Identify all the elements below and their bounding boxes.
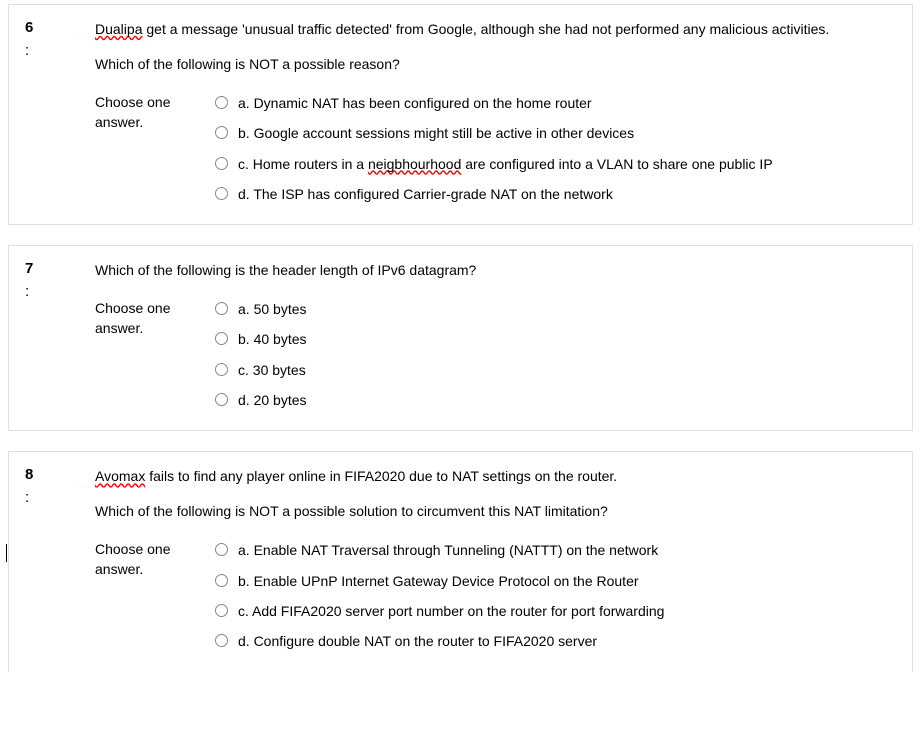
question-body: Dualipa get a message 'unusual traffic d…: [95, 19, 892, 204]
option-label: a. 50 bytes: [238, 299, 892, 319]
option-row[interactable]: d. Configure double NAT on the router to…: [215, 631, 892, 651]
option-label: d. The ISP has configured Carrier-grade …: [238, 184, 892, 204]
radio-icon[interactable]: [215, 126, 228, 139]
option-row[interactable]: d. The ISP has configured Carrier-grade …: [215, 184, 892, 204]
qnum-value: 8: [25, 466, 33, 483]
option-label: c. 30 bytes: [238, 360, 892, 380]
question-prompt: Avomax fails to find any player online i…: [95, 466, 892, 487]
option-row[interactable]: a. Enable NAT Traversal through Tunnelin…: [215, 540, 892, 560]
question-card: 6 : Dualipa get a message 'unusual traff…: [8, 4, 913, 225]
question-body: Which of the following is the header len…: [95, 260, 892, 410]
qnum-colon: :: [25, 283, 95, 300]
question-number: 6 :: [25, 19, 95, 204]
answer-block: Choose one answer. a. Dynamic NAT has be…: [95, 93, 892, 204]
answer-block: Choose one answer. a. 50 bytes b. 40 byt…: [95, 299, 892, 410]
radio-icon[interactable]: [215, 363, 228, 376]
radio-icon[interactable]: [215, 543, 228, 556]
option-label: b. Google account sessions might still b…: [238, 123, 892, 143]
options-list: a. 50 bytes b. 40 bytes c. 30 bytes d. 2…: [215, 299, 892, 410]
radio-icon[interactable]: [215, 96, 228, 109]
qnum-value: 7: [25, 260, 33, 277]
qnum-colon: :: [25, 42, 95, 59]
radio-icon[interactable]: [215, 157, 228, 170]
option-row[interactable]: b. 40 bytes: [215, 329, 892, 349]
option-row[interactable]: b. Enable UPnP Internet Gateway Device P…: [215, 571, 892, 591]
option-row[interactable]: a. Dynamic NAT has been configured on th…: [215, 93, 892, 113]
question-card: 7 : Which of the following is the header…: [8, 245, 913, 431]
question-prompt: Dualipa get a message 'unusual traffic d…: [95, 19, 892, 40]
question-number: 7 :: [25, 260, 95, 410]
choose-label: Choose one answer.: [95, 93, 215, 204]
option-label: b. 40 bytes: [238, 329, 892, 349]
radio-icon[interactable]: [215, 634, 228, 647]
option-row[interactable]: b. Google account sessions might still b…: [215, 123, 892, 143]
answer-block: Choose one answer. a. Enable NAT Travers…: [95, 540, 892, 651]
question-follow: Which of the following is NOT a possible…: [95, 501, 892, 522]
question-number: 8 :: [25, 466, 95, 651]
question-body: Avomax fails to find any player online i…: [95, 466, 892, 651]
qnum-value: 6: [25, 19, 33, 36]
choose-label: Choose one answer.: [95, 299, 215, 410]
option-row[interactable]: c. Home routers in a neigbhourhood are c…: [215, 154, 892, 174]
options-list: a. Dynamic NAT has been configured on th…: [215, 93, 892, 204]
radio-icon[interactable]: [215, 302, 228, 315]
radio-icon[interactable]: [215, 604, 228, 617]
option-label: c. Home routers in a neigbhourhood are c…: [238, 154, 892, 174]
option-row[interactable]: c. Add FIFA2020 server port number on th…: [215, 601, 892, 621]
radio-icon[interactable]: [215, 187, 228, 200]
option-label: a. Dynamic NAT has been configured on th…: [238, 93, 892, 113]
option-row[interactable]: c. 30 bytes: [215, 360, 892, 380]
option-label: c. Add FIFA2020 server port number on th…: [238, 601, 892, 621]
option-label: a. Enable NAT Traversal through Tunnelin…: [238, 540, 892, 560]
option-label: b. Enable UPnP Internet Gateway Device P…: [238, 571, 892, 591]
question-prompt: Which of the following is the header len…: [95, 260, 892, 281]
radio-icon[interactable]: [215, 393, 228, 406]
radio-icon[interactable]: [215, 332, 228, 345]
qnum-colon: :: [25, 489, 95, 506]
choose-label: Choose one answer.: [95, 540, 215, 651]
question-follow: Which of the following is NOT a possible…: [95, 54, 892, 75]
option-label: d. Configure double NAT on the router to…: [238, 631, 892, 651]
text-cursor: [6, 544, 7, 562]
option-row[interactable]: a. 50 bytes: [215, 299, 892, 319]
option-label: d. 20 bytes: [238, 390, 892, 410]
option-row[interactable]: d. 20 bytes: [215, 390, 892, 410]
question-card: 8 : Avomax fails to find any player onli…: [8, 451, 913, 671]
options-list: a. Enable NAT Traversal through Tunnelin…: [215, 540, 892, 651]
radio-icon[interactable]: [215, 574, 228, 587]
